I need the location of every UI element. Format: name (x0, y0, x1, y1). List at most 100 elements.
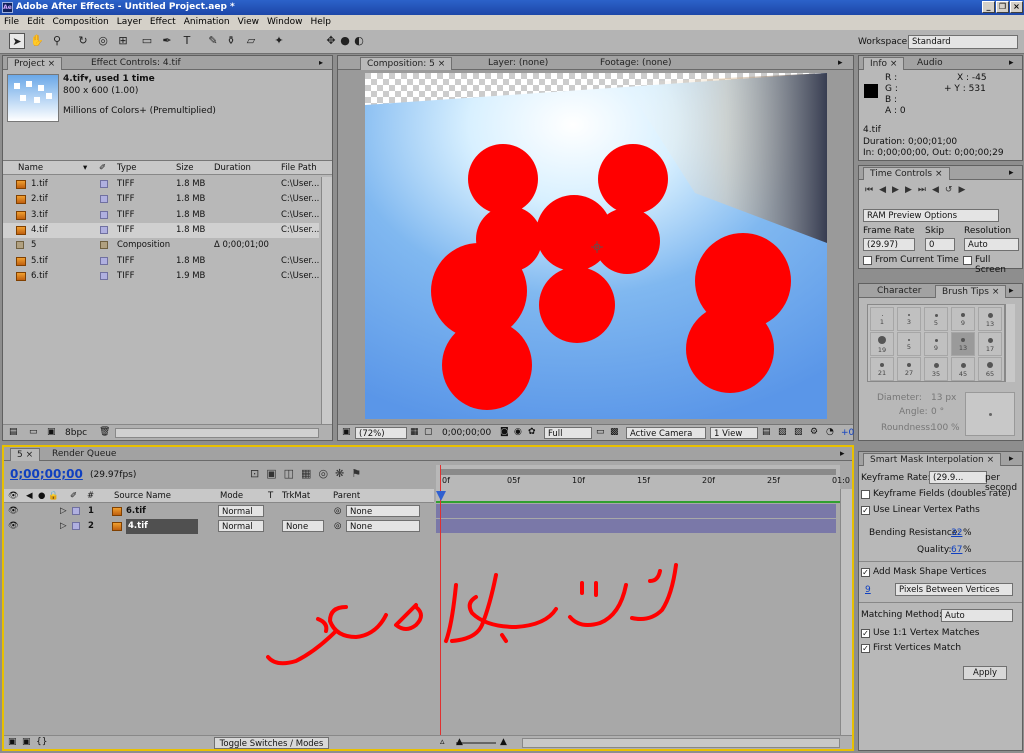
timeline-layer-row[interactable]: 👁 ▷ 2 4.tif Normal None ◎ None (4, 519, 434, 534)
layer-bar-1[interactable] (436, 504, 836, 518)
pen-tool-icon[interactable]: ✒ (159, 33, 175, 49)
label-color-swatch[interactable] (100, 210, 108, 219)
grid-overlay-icon[interactable]: ▦ (410, 427, 419, 437)
eraser-tool-icon[interactable]: ▱ (243, 33, 259, 49)
motion-blur-icon[interactable]: ◎ (318, 467, 335, 480)
resolution-dropdown[interactable]: Full (544, 427, 592, 439)
project-scrollbar[interactable] (321, 177, 332, 424)
pan-behind-icon[interactable]: ⊞ (115, 33, 131, 49)
minimize-button[interactable]: _ (982, 1, 995, 13)
project-item-row[interactable]: 3.tif TIFF 1.8 MB C:\User... (3, 208, 319, 223)
menu-animation[interactable]: Animation (180, 17, 234, 27)
trkmat-dropdown[interactable]: None (282, 520, 324, 532)
zoom-in-icon[interactable]: ▲ (500, 737, 507, 747)
project-item-row[interactable]: 2.tif TIFF 1.8 MB C:\User... (3, 192, 319, 207)
tab-composition[interactable]: Composition: 5 × (360, 57, 453, 70)
layer-bar-2[interactable] (436, 519, 836, 533)
brush-tip-cell[interactable]: 9 (924, 332, 948, 356)
brush-tip-cell[interactable]: 35 (924, 357, 948, 381)
viewer-timecode[interactable]: 0;00;00;00 (442, 428, 491, 438)
one-to-one-checkbox[interactable]: ✓ (861, 629, 870, 638)
flowchart-icon[interactable]: ⚙ (810, 427, 818, 437)
col-type[interactable]: Type (117, 161, 137, 175)
tab-timeline-comp[interactable]: 5 × (10, 448, 41, 461)
selection-tool-icon[interactable]: ➤ (9, 33, 25, 49)
col-source[interactable]: Source Name (114, 489, 171, 503)
project-item-row[interactable]: 4.tif TIFF 1.8 MB C:\User... (3, 222, 319, 238)
visibility-eye-icon[interactable]: 👁 (8, 504, 19, 519)
label-color-swatch[interactable] (100, 256, 108, 265)
brainstorm-icon[interactable]: ❋ (335, 467, 351, 480)
menu-file[interactable]: File (0, 17, 23, 27)
draft-3d-icon[interactable]: ▣ (266, 467, 283, 480)
transparency-grid-icon[interactable]: ▩ (610, 427, 619, 437)
brush-tip-cell[interactable]: 19 (870, 332, 894, 356)
exposure-value[interactable]: +0 (841, 428, 854, 438)
brush-tip-cell[interactable]: 27 (897, 357, 921, 381)
timeline-vscroll[interactable] (840, 489, 852, 735)
label-color-swatch[interactable] (100, 271, 108, 280)
col-mode[interactable]: Mode (220, 489, 243, 503)
bending-value[interactable]: 32 (951, 528, 962, 538)
zoom-slider-thumb[interactable]: ▲ (456, 737, 463, 747)
from-current-checkbox[interactable] (863, 256, 872, 265)
parent-dropdown[interactable]: None (346, 505, 420, 517)
expand-triangle-icon[interactable]: ▷ (60, 504, 67, 519)
expand-triangle-icon[interactable]: ▷ (60, 519, 67, 534)
menu-effect[interactable]: Effect (146, 17, 180, 27)
brush-tip-cell[interactable]: 65 (978, 357, 1002, 381)
loop-icon[interactable]: ↺ (945, 185, 959, 195)
new-folder-icon[interactable]: ▭ (29, 427, 38, 437)
angle-value[interactable]: 0 ° (931, 407, 944, 417)
brush-scrollbar[interactable] (1005, 304, 1015, 382)
brush-tip-cell[interactable]: 1 (870, 307, 894, 331)
timeline-icon[interactable]: ▨ (794, 427, 803, 437)
visibility-eye-icon[interactable]: 👁 (8, 519, 19, 534)
project-item-row[interactable]: 5.tif TIFF 1.8 MB C:\User... (3, 254, 319, 269)
label-color-swatch[interactable] (100, 241, 108, 250)
new-comp-icon[interactable]: ▣ (47, 427, 56, 437)
rectangle-mask-icon[interactable]: ▭ (139, 33, 155, 49)
safe-zones-icon[interactable]: ▢ (424, 427, 433, 437)
col-name[interactable]: Name (18, 161, 43, 175)
col-trkmat[interactable]: TrkMat (282, 489, 310, 503)
roundness-value[interactable]: 100 % (931, 423, 960, 433)
tab-audio[interactable]: Audio (911, 57, 949, 70)
timeline-timecode[interactable]: 0;00;00;00 (10, 467, 83, 481)
mode-dropdown[interactable]: Normal (218, 520, 264, 532)
info-menu-icon[interactable]: ▸ (1009, 58, 1014, 68)
project-item-row[interactable]: 5 Composition Δ 0;00;01;00 (3, 238, 319, 253)
label-color-swatch[interactable] (100, 180, 108, 188)
pixels-between-dropdown[interactable]: Pixels Between Vertices (895, 583, 1013, 596)
full-screen-checkbox[interactable] (963, 256, 972, 265)
timeline-layer-row[interactable]: 👁 ▷ 1 6.tif Normal ◎ None (4, 504, 434, 519)
parent-pickwhip-icon[interactable]: ◎ (334, 504, 341, 519)
tab-character[interactable]: Character (871, 285, 927, 298)
project-hscroll[interactable] (115, 428, 319, 438)
reset-exposure-icon[interactable]: ◔ (826, 427, 834, 437)
brush-tip-cell[interactable]: 5 (897, 332, 921, 356)
col-filepath[interactable]: File Path (281, 161, 317, 175)
panel-menu-icon[interactable]: ▸ (319, 58, 323, 67)
graph-editor-icon[interactable]: ⚑ (351, 467, 368, 480)
work-area-bar[interactable] (440, 469, 836, 475)
interpret-footage-icon[interactable]: ▤ (9, 427, 18, 437)
frame-rate-dropdown[interactable]: (29.97) (863, 238, 915, 251)
tab-time-controls[interactable]: Time Controls × (863, 167, 950, 180)
ram-preview-icon[interactable]: ▶ (958, 185, 971, 195)
brush-tip-cell[interactable]: 3 (897, 307, 921, 331)
puppet-pin-icon[interactable]: ✦ (271, 33, 287, 49)
keyframe-fields-checkbox[interactable] (861, 490, 870, 499)
solo-col-icon[interactable]: ● (38, 489, 45, 503)
roi-icon[interactable]: ▭ (596, 427, 605, 437)
play-icon[interactable]: ▶ (892, 185, 905, 195)
col-duration[interactable]: Duration (214, 161, 251, 175)
expand-stretch-icon[interactable]: {} (36, 737, 47, 747)
brush-tip-cell[interactable]: 17 (978, 332, 1002, 356)
restore-button[interactable]: ❐ (996, 1, 1009, 13)
av-features-icon[interactable]: 👁 (8, 489, 19, 503)
hand-tool-icon[interactable]: ✋ (29, 33, 45, 49)
menu-composition[interactable]: Composition (49, 17, 113, 27)
skip-dropdown[interactable]: 0 (925, 238, 955, 251)
diameter-value[interactable]: 13 px (931, 393, 956, 403)
